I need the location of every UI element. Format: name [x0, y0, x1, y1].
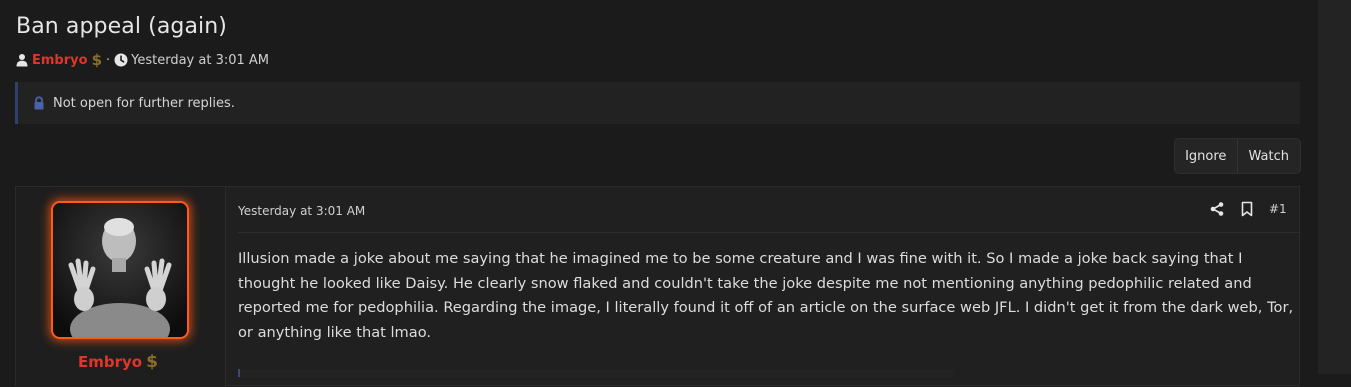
post-author-link[interactable]: Embryo	[78, 353, 142, 371]
post-number-link[interactable]: #1	[1269, 202, 1287, 216]
post-footer-block	[238, 369, 955, 377]
share-icon[interactable]	[1209, 201, 1225, 217]
locked-notice-text: Not open for further replies.	[53, 95, 235, 111]
lock-icon	[32, 96, 46, 110]
main-content: Ban appeal (again) Embryo $ · Yesterday …	[0, 0, 1318, 387]
avatar[interactable]	[51, 201, 189, 339]
thread-meta: Embryo $ · Yesterday at 3:01 AM	[15, 51, 269, 69]
thread-action-buttons: Ignore Watch	[1174, 138, 1301, 174]
thread-date-link[interactable]: Yesterday at 3:01 AM	[131, 53, 269, 68]
post-body: Illusion made a joke about me saying tha…	[238, 250, 1294, 341]
thread-author-link[interactable]: Embryo	[32, 53, 88, 68]
watch-button[interactable]: Watch	[1238, 139, 1301, 173]
page-side-gutter	[1318, 0, 1351, 374]
bookmark-icon[interactable]	[1239, 201, 1255, 217]
post-header-divider	[238, 232, 1300, 233]
user-icon	[15, 53, 29, 67]
meta-separator: ·	[106, 52, 111, 68]
post-date-link[interactable]: Yesterday at 3:01 AM	[238, 204, 365, 218]
post-user-cell: Embryo $	[16, 187, 226, 387]
thread-title: Ban appeal (again)	[16, 14, 227, 39]
post-actions: #1	[1209, 201, 1287, 217]
post-message: Embryo $ Yesterday at 3:01 AM #1 Illusio…	[15, 186, 1300, 387]
post-author: Embryo $	[78, 352, 158, 372]
post-author-badge: $	[146, 352, 158, 372]
ignore-button[interactable]: Ignore	[1175, 139, 1238, 173]
locked-notice: Not open for further replies.	[15, 82, 1300, 124]
author-badge: $	[91, 51, 102, 69]
clock-icon	[114, 53, 128, 67]
